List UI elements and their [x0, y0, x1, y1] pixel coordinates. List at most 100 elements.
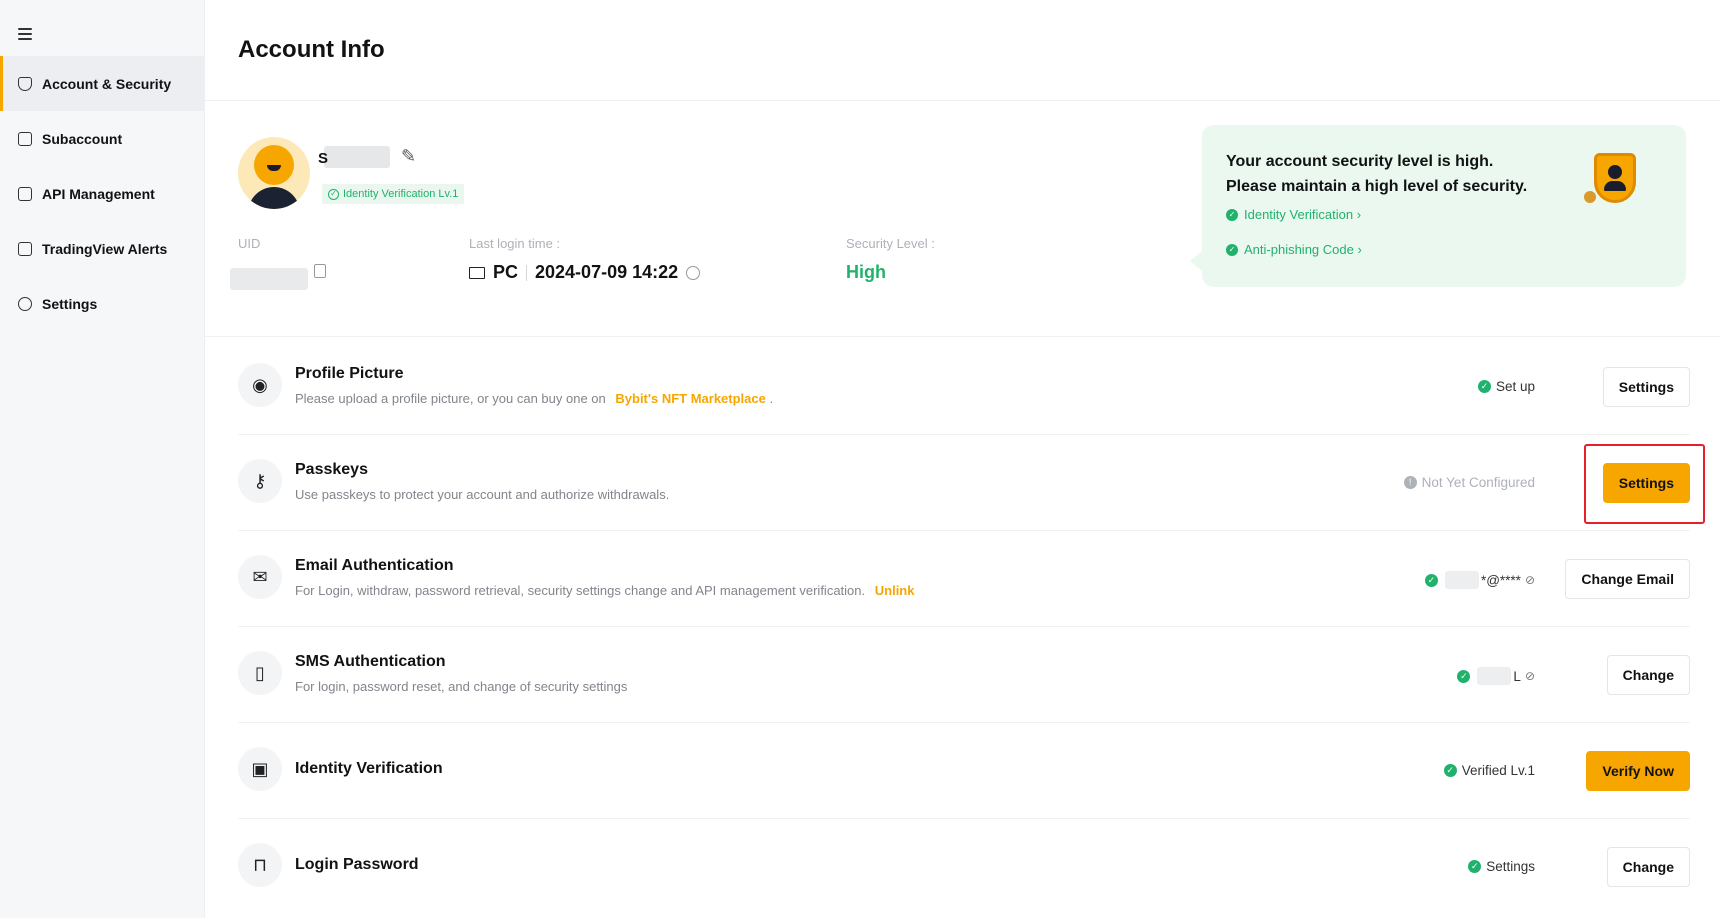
nft-marketplace-link[interactable]: Bybit's NFT Marketplace [615, 391, 765, 406]
security-status-card: Your account security level is high. Ple… [1190, 125, 1686, 287]
check-icon: ✓ [1457, 669, 1471, 683]
status: ✓ L ⊘ [1457, 667, 1535, 685]
identity-verification-link[interactable]: ✓ Identity Verification › [1226, 207, 1361, 222]
security-message-line1: Your account security level is high. [1226, 153, 1494, 170]
subaccount-icon [18, 131, 32, 146]
status: ✓ Verified Lv.1 [1443, 763, 1535, 778]
status-label: Set up [1495, 379, 1535, 394]
sidebar-item-subaccount[interactable]: Subaccount [0, 111, 205, 166]
mail-icon: ✉ [238, 555, 282, 599]
redacted-text [1444, 571, 1479, 589]
row-description: Please upload a profile picture, or you … [295, 391, 773, 406]
divider [205, 100, 1720, 101]
status-label: Verified Lv.1 [1461, 763, 1535, 778]
anti-phishing-link-label: Anti-phishing Code › [1244, 242, 1362, 257]
change-email-button[interactable]: Change Email [1565, 559, 1690, 599]
user-circle-icon: ◉ [238, 363, 282, 407]
status-label: Settings [1486, 859, 1535, 874]
sidebar-item-label: Subaccount [42, 130, 123, 147]
security-level-label: Security Level : [846, 236, 935, 251]
page-title: Account Info [238, 36, 385, 63]
profile-picture-settings-button[interactable]: Settings [1602, 367, 1690, 407]
row-identity-verification: ▣ Identity Verification ✓ Verified Lv.1 … [238, 723, 1690, 819]
copy-icon[interactable] [314, 264, 326, 278]
check-icon: ✓ [1226, 243, 1238, 256]
security-shield-icon [1584, 151, 1640, 213]
check-icon: ✓ [1424, 573, 1438, 587]
status: ! Not Yet Configured [1403, 475, 1535, 490]
sidebar-item-label: Account & Security [42, 75, 172, 92]
login-time-label: Last login time : [469, 236, 561, 251]
login-info: PC 2024-07-09 14:22 [469, 262, 701, 283]
check-icon: ✓ [1443, 764, 1457, 777]
api-icon [18, 186, 32, 201]
change-sms-button[interactable]: Change [1606, 655, 1690, 695]
status-label: Not Yet Configured [1421, 475, 1535, 490]
row-title: Email Authentication [295, 557, 454, 574]
gear-icon [18, 296, 32, 311]
key-icon: ⚷ [238, 459, 282, 503]
highlight-box [1584, 444, 1705, 524]
login-device: PC [493, 262, 519, 282]
sidebar-item-label: Settings [42, 295, 98, 312]
sidebar: Account & Security Subaccount API Manage… [0, 0, 205, 918]
shield-icon [18, 76, 32, 91]
row-description: For login, password reset, and change of… [295, 679, 628, 694]
lock-icon: ⊓ [238, 843, 282, 887]
row-title: Profile Picture [295, 365, 404, 382]
id-card-icon: ▣ [238, 747, 282, 791]
row-description-text: For Login, withdraw, password retrieval,… [295, 583, 866, 598]
avatar[interactable] [238, 137, 310, 209]
eye-off-icon[interactable]: ⊘ [1525, 669, 1535, 683]
anti-phishing-link[interactable]: ✓ Anti-phishing Code › [1226, 242, 1362, 257]
sidebar-item-tradingview-alerts[interactable]: TradingView Alerts [0, 221, 205, 276]
email-masked: *@**** [1480, 572, 1521, 588]
change-password-button[interactable]: Change [1606, 847, 1690, 887]
edit-icon[interactable]: ✎ [401, 146, 421, 166]
row-sms-authentication: ▯ SMS Authentication For login, password… [238, 627, 1690, 723]
identity-verification-link-label: Identity Verification › [1244, 207, 1362, 222]
main-content: Account Info S ✎ ✓ Identity Verification… [205, 0, 1720, 918]
row-description: Use passkeys to protect your account and… [295, 487, 670, 502]
phone-masked: L [1513, 668, 1521, 684]
identity-badge: ✓ Identity Verification Lv.1 [322, 184, 465, 204]
redacted-text [1477, 667, 1512, 685]
status: ✓ Set up [1477, 379, 1535, 394]
monitor-icon [469, 266, 485, 279]
row-description-suffix: . [769, 391, 774, 406]
sidebar-item-api-management[interactable]: API Management [0, 166, 205, 221]
divider [205, 336, 1720, 337]
alert-icon [18, 241, 32, 256]
row-title: Login Password [295, 856, 419, 873]
row-email-authentication: ✉ Email Authentication For Login, withdr… [238, 531, 1690, 627]
sidebar-item-label: API Management [42, 185, 155, 202]
status: ✓ *@**** ⊘ [1424, 571, 1535, 589]
row-title: Identity Verification [295, 760, 443, 777]
status: ✓ Settings [1468, 859, 1535, 874]
login-time: 2024-07-09 14:22 [535, 262, 679, 282]
username-redacted [324, 146, 390, 168]
row-title: Passkeys [295, 461, 368, 478]
sidebar-item-account-security[interactable]: Account & Security [0, 56, 205, 111]
info-icon: ! [1403, 476, 1417, 489]
check-icon: ✓ [1468, 860, 1482, 873]
eye-off-icon[interactable]: ⊘ [1525, 573, 1535, 587]
uid-value-redacted [230, 268, 308, 290]
sidebar-item-label: TradingView Alerts [42, 240, 168, 257]
uid-label: UID [238, 236, 261, 251]
menu-collapse-icon[interactable] [18, 28, 32, 40]
username: S [318, 150, 329, 167]
row-passkeys: ⚷ Passkeys Use passkeys to protect your … [238, 435, 1705, 531]
security-message: Your account security level is high. Ple… [1226, 149, 1527, 199]
sidebar-item-settings[interactable]: Settings [0, 276, 205, 331]
row-profile-picture: ◉ Profile Picture Please upload a profil… [238, 339, 1690, 435]
unlink-link[interactable]: Unlink [875, 583, 915, 598]
row-description: For Login, withdraw, password retrieval,… [295, 583, 914, 598]
verify-now-button[interactable]: Verify Now [1586, 751, 1690, 791]
check-circle-icon: ✓ [328, 188, 339, 200]
clock-icon[interactable] [686, 265, 701, 280]
check-icon: ✓ [1477, 380, 1491, 393]
row-title: SMS Authentication [295, 653, 446, 670]
row-description-text: Please upload a profile picture, or you … [295, 391, 606, 406]
check-icon: ✓ [1226, 208, 1238, 221]
